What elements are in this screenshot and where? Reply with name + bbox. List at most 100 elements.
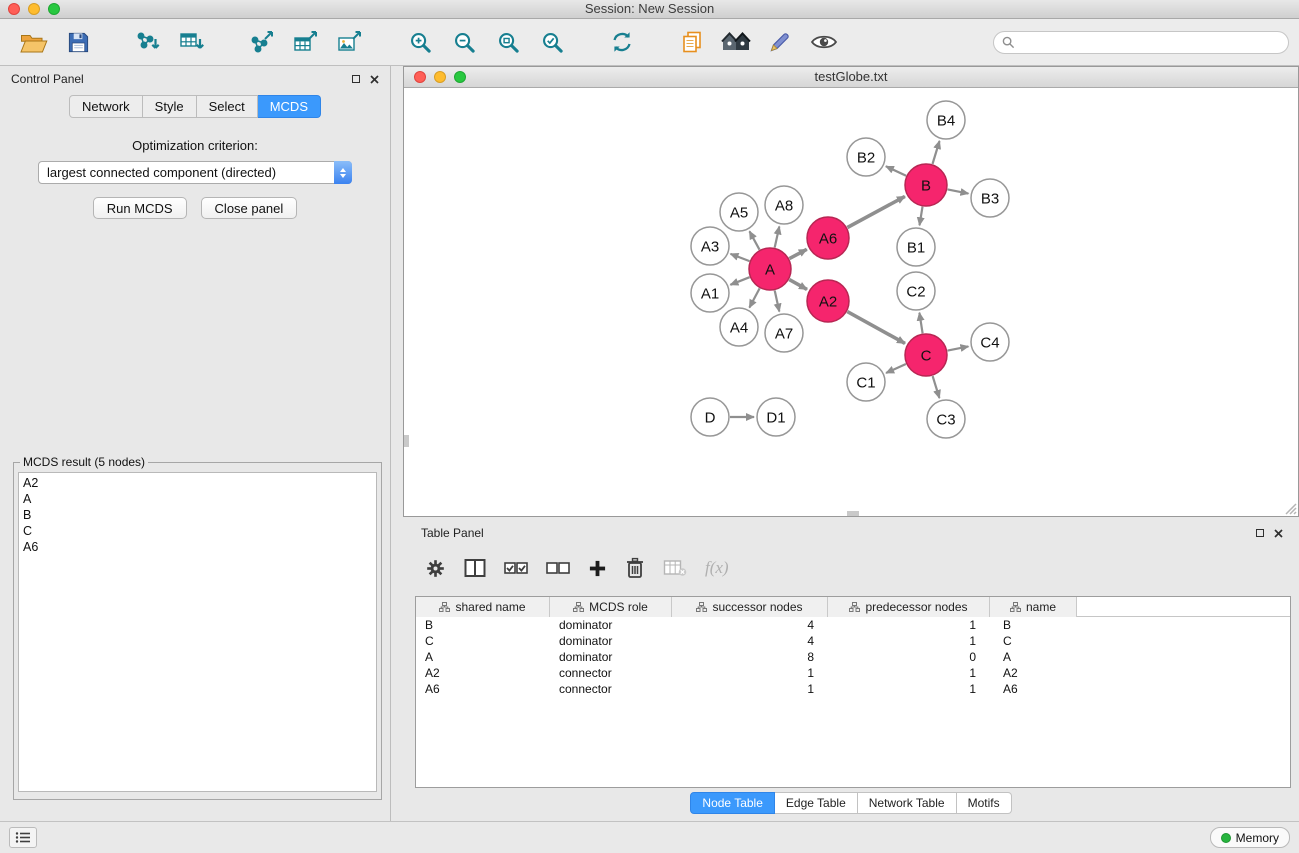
search-input[interactable] [1021, 35, 1280, 49]
close-window-button[interactable] [8, 3, 20, 15]
graph-node-B3[interactable]: B3 [971, 179, 1009, 217]
float-table-panel-icon[interactable] [1256, 529, 1264, 537]
delete-columns-button[interactable] [625, 557, 645, 579]
table-row[interactable]: Cdominator41C [416, 633, 1290, 649]
tab-edge-table[interactable]: Edge Table [775, 792, 858, 814]
graph-edge-C-C4[interactable] [948, 346, 969, 350]
resize-grip-icon[interactable] [1283, 501, 1297, 515]
graph-node-A7[interactable]: A7 [765, 314, 803, 352]
table-row[interactable]: Bdominator41B [416, 617, 1290, 633]
table-row[interactable]: Adominator80A [416, 649, 1290, 665]
close-panel-button[interactable]: Close panel [201, 197, 298, 219]
column-header-shared-name[interactable]: shared name [416, 597, 550, 617]
import-network-button[interactable] [126, 23, 170, 61]
mcds-result-list[interactable]: A2ABCA6 [18, 472, 377, 792]
graph-node-B4[interactable]: B4 [927, 101, 965, 139]
column-header-successor-nodes[interactable]: successor nodes [672, 597, 828, 617]
graph-edge-C-C2[interactable] [919, 313, 922, 334]
graph-node-D[interactable]: D [691, 398, 729, 436]
table-row[interactable]: A6connector11A6 [416, 681, 1290, 697]
graph-node-A[interactable]: A [749, 248, 791, 290]
graph-node-C[interactable]: C [905, 334, 947, 376]
graph-node-D1[interactable]: D1 [757, 398, 795, 436]
tab-select[interactable]: Select [197, 95, 258, 118]
graph-node-C3[interactable]: C3 [927, 400, 965, 438]
column-header-predecessor-nodes[interactable]: predecessor nodes [828, 597, 990, 617]
close-network-window-button[interactable] [414, 71, 426, 83]
graph-edge-A-A5[interactable] [750, 231, 760, 249]
export-table-button[interactable] [284, 23, 328, 61]
tab-network-table[interactable]: Network Table [858, 792, 957, 814]
graph-edge-A-A4[interactable] [749, 288, 759, 307]
float-panel-icon[interactable] [352, 75, 360, 83]
graph-edge-A-A1[interactable] [730, 277, 749, 285]
graph-edge-A-A8[interactable] [775, 227, 780, 248]
column-header-MCDS-role[interactable]: MCDS role [550, 597, 672, 617]
mcds-result-item[interactable]: A6 [23, 539, 372, 555]
zoom-window-button[interactable] [48, 3, 60, 15]
vertical-scrollbar-thumb[interactable] [404, 435, 409, 447]
graph-node-C2[interactable]: C2 [897, 272, 935, 310]
export-image-button[interactable] [328, 23, 372, 61]
zoom-network-window-button[interactable] [454, 71, 466, 83]
zoom-selected-button[interactable] [530, 23, 574, 61]
open-session-button[interactable] [12, 23, 56, 61]
mcds-result-item[interactable]: B [23, 507, 372, 523]
tab-node-table[interactable]: Node Table [690, 792, 775, 814]
refresh-layout-button[interactable] [600, 23, 644, 61]
home-button[interactable] [714, 23, 758, 61]
delete-table-button-disabled[interactable] [663, 559, 687, 577]
toggle-details-button[interactable] [802, 23, 846, 61]
tab-style[interactable]: Style [143, 95, 197, 118]
unselect-all-columns-button[interactable] [546, 559, 570, 577]
graph-node-A3[interactable]: A3 [691, 227, 729, 265]
network-canvas[interactable]: B4B2BB3A5A8A6B1A3AC2A1A2A4A7C4CC1C3DD1 [404, 88, 1298, 516]
show-columns-button[interactable] [464, 558, 486, 578]
graph-edge-A-A2[interactable] [789, 280, 807, 290]
table-row[interactable]: A2connector11A2 [416, 665, 1290, 681]
graph-edge-C-C1[interactable] [886, 364, 906, 373]
memory-button[interactable]: Memory [1210, 827, 1290, 848]
tab-motifs[interactable]: Motifs [957, 792, 1012, 814]
minimize-network-window-button[interactable] [434, 71, 446, 83]
graph-edge-A6-B[interactable] [847, 196, 905, 227]
minimize-window-button[interactable] [28, 3, 40, 15]
graph-node-A2[interactable]: A2 [807, 280, 849, 322]
graph-edge-B-B4[interactable] [933, 141, 940, 164]
close-panel-icon[interactable] [370, 75, 379, 84]
select-all-columns-button[interactable] [504, 559, 528, 577]
graph-edge-C-C3[interactable] [933, 376, 940, 398]
mcds-result-item[interactable]: C [23, 523, 372, 539]
graph-edge-A-A7[interactable] [775, 291, 780, 312]
table-settings-button[interactable] [425, 558, 446, 579]
graph-node-B[interactable]: B [905, 164, 947, 206]
graph-edge-A-A6[interactable] [789, 249, 806, 258]
graph-node-B2[interactable]: B2 [847, 138, 885, 176]
network-graph[interactable]: B4B2BB3A5A8A6B1A3AC2A1A2A4A7C4CC1C3DD1 [404, 88, 1298, 516]
task-history-button[interactable] [9, 827, 37, 848]
optimization-criterion-select[interactable]: largest connected component (directed) [38, 161, 352, 184]
graph-edge-B-B1[interactable] [920, 207, 923, 226]
zoom-out-button[interactable] [442, 23, 486, 61]
equation-builder-button[interactable]: f(x) [705, 558, 729, 578]
graph-node-A4[interactable]: A4 [720, 308, 758, 346]
save-session-button[interactable] [56, 23, 100, 61]
import-table-button[interactable] [170, 23, 214, 61]
graph-node-A6[interactable]: A6 [807, 217, 849, 259]
graph-node-A5[interactable]: A5 [720, 193, 758, 231]
graph-edge-B-B3[interactable] [948, 189, 969, 193]
graph-edge-A2-C[interactable] [847, 312, 905, 344]
annotation-button[interactable] [758, 23, 802, 61]
graph-edge-A-A3[interactable] [731, 254, 750, 261]
column-header-name[interactable]: name [990, 597, 1077, 617]
close-table-panel-icon[interactable] [1274, 529, 1283, 538]
zoom-fit-button[interactable] [486, 23, 530, 61]
graph-edge-B-B2[interactable] [886, 166, 906, 175]
graph-node-B1[interactable]: B1 [897, 228, 935, 266]
mcds-result-item[interactable]: A [23, 491, 372, 507]
horizontal-scrollbar-thumb[interactable] [847, 511, 859, 516]
mcds-result-item[interactable]: A2 [23, 475, 372, 491]
zoom-in-button[interactable] [398, 23, 442, 61]
tab-network[interactable]: Network [69, 95, 143, 118]
run-mcds-button[interactable]: Run MCDS [93, 197, 187, 219]
